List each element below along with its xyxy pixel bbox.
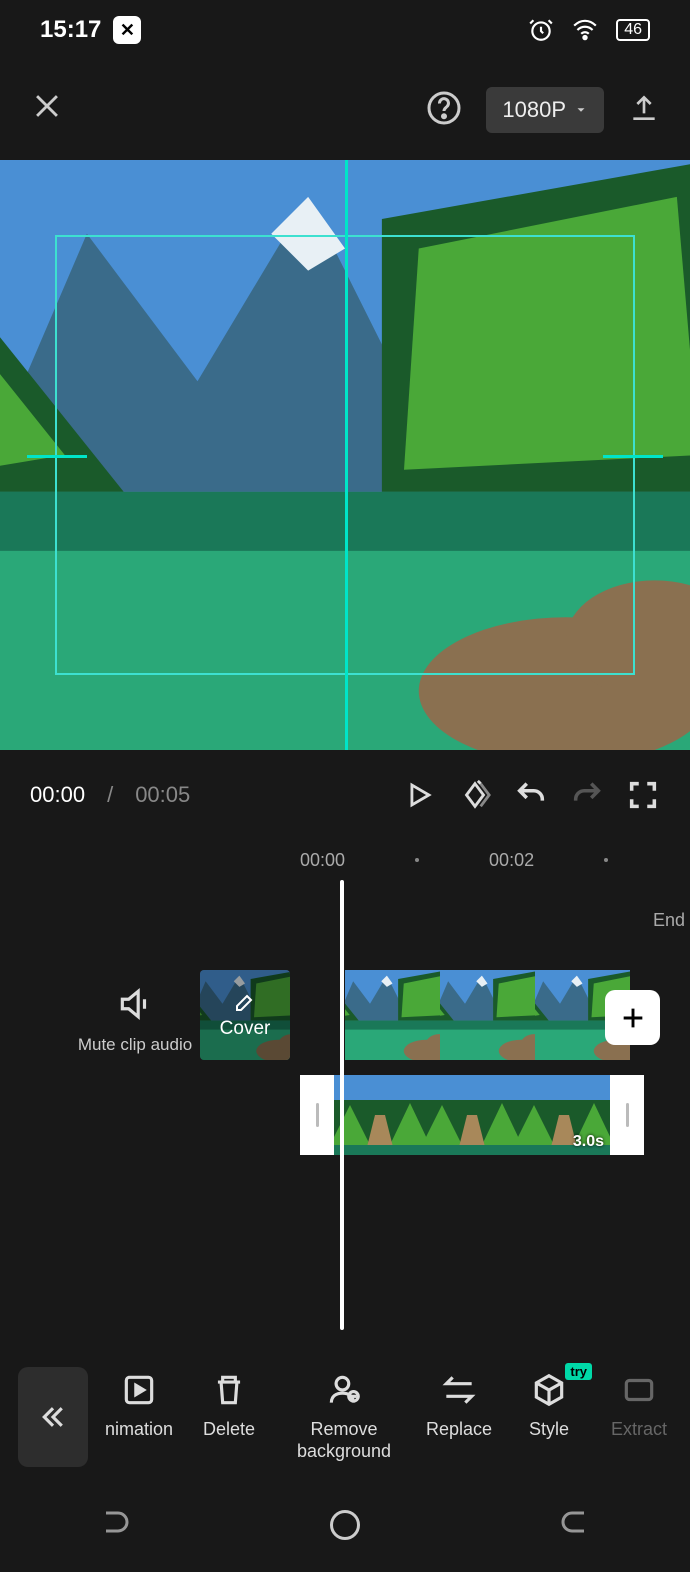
toolbar-back-button[interactable]	[18, 1367, 88, 1467]
replace-icon	[440, 1371, 478, 1409]
playback-controls: 00:00 / 00:05	[0, 750, 690, 840]
ruler-t0: 00:00	[300, 850, 345, 871]
animation-icon	[120, 1371, 158, 1409]
export-button[interactable]	[628, 92, 660, 129]
mute-clip-audio-button[interactable]: Mute clip audio	[70, 985, 200, 1056]
plus-icon	[619, 1004, 647, 1032]
video-preview[interactable]	[0, 160, 690, 750]
battery-indicator: 46	[616, 19, 650, 41]
cube-icon	[530, 1371, 568, 1409]
animation-tool[interactable]: nimation	[94, 1371, 184, 1441]
time-separator: /	[107, 782, 113, 808]
delete-tool[interactable]: Delete	[184, 1371, 274, 1441]
nav-recents-button[interactable]	[97, 1507, 133, 1548]
play-button[interactable]	[402, 778, 436, 812]
chevron-left-double-icon	[38, 1402, 68, 1432]
remove-bg-icon	[325, 1371, 363, 1409]
mute-label: Mute clip audio	[70, 1034, 200, 1056]
status-time: 15:17	[40, 16, 101, 44]
undo-button[interactable]	[514, 778, 548, 812]
clip-duration: 3.0s	[573, 1133, 604, 1151]
style-tool[interactable]: try Style	[504, 1371, 594, 1441]
time-ruler[interactable]: 00:00 00:02	[0, 840, 690, 880]
close-button[interactable]	[30, 89, 64, 132]
top-toolbar: 1080P	[0, 60, 690, 160]
edit-icon	[233, 990, 257, 1014]
wifi-icon	[572, 17, 598, 43]
ruler-dot	[415, 858, 419, 862]
resolution-label: 1080P	[502, 97, 566, 123]
bottom-toolbar: nimation Delete Remove background Replac…	[0, 1352, 690, 1482]
replace-label: Replace	[426, 1419, 492, 1441]
clip-handle-left[interactable]	[300, 1075, 334, 1155]
clip-thumbnail	[345, 970, 440, 1060]
overlay-thumbnail	[334, 1075, 426, 1155]
ruler-t1: 00:02	[489, 850, 534, 871]
nav-back-button[interactable]	[557, 1507, 593, 1548]
track-end-label: End	[653, 910, 685, 931]
replace-tool[interactable]: Replace	[414, 1371, 504, 1441]
capcut-logo-icon: ✕	[113, 16, 141, 44]
preview-playhead	[345, 160, 348, 750]
time-current: 00:00	[30, 782, 85, 808]
timeline[interactable]: Mute clip audio Cover End 3.0s	[0, 880, 690, 1330]
android-nav-bar	[0, 1482, 690, 1572]
overlay-clip[interactable]: 3.0s	[300, 1075, 644, 1155]
ruler-dot	[604, 858, 608, 862]
trash-icon	[210, 1371, 248, 1409]
speaker-icon	[70, 985, 200, 1028]
chevron-down-icon	[574, 103, 588, 117]
fullscreen-button[interactable]	[626, 778, 660, 812]
extract-tool[interactable]: Extract	[594, 1371, 684, 1441]
remove-bg-label: Remove background	[274, 1419, 414, 1462]
cover-label: Cover	[220, 1018, 271, 1040]
remove-background-tool[interactable]: Remove background	[274, 1371, 414, 1462]
extract-icon	[620, 1371, 658, 1409]
crop-handle-right[interactable]	[603, 455, 663, 458]
help-button[interactable]	[426, 90, 462, 131]
keyframe-button[interactable]	[458, 778, 492, 812]
resolution-button[interactable]: 1080P	[486, 87, 604, 133]
alarm-icon	[528, 17, 554, 43]
clip-handle-right[interactable]	[610, 1075, 644, 1155]
add-clip-button[interactable]	[605, 990, 660, 1045]
try-badge: try	[565, 1363, 592, 1380]
extract-label: Extract	[611, 1419, 667, 1441]
style-label: Style	[529, 1419, 569, 1441]
delete-label: Delete	[203, 1419, 255, 1441]
timeline-playhead[interactable]	[340, 880, 344, 1330]
status-bar: 15:17 ✕ 46	[0, 0, 690, 60]
overlay-thumbnail	[426, 1075, 518, 1155]
crop-handle-left[interactable]	[27, 455, 87, 458]
redo-button[interactable]	[570, 778, 604, 812]
cover-button[interactable]: Cover	[200, 970, 290, 1060]
nav-home-button[interactable]	[327, 1507, 363, 1548]
animation-label: nimation	[105, 1419, 173, 1441]
time-total: 00:05	[135, 782, 190, 808]
clip-thumbnail	[440, 970, 535, 1060]
